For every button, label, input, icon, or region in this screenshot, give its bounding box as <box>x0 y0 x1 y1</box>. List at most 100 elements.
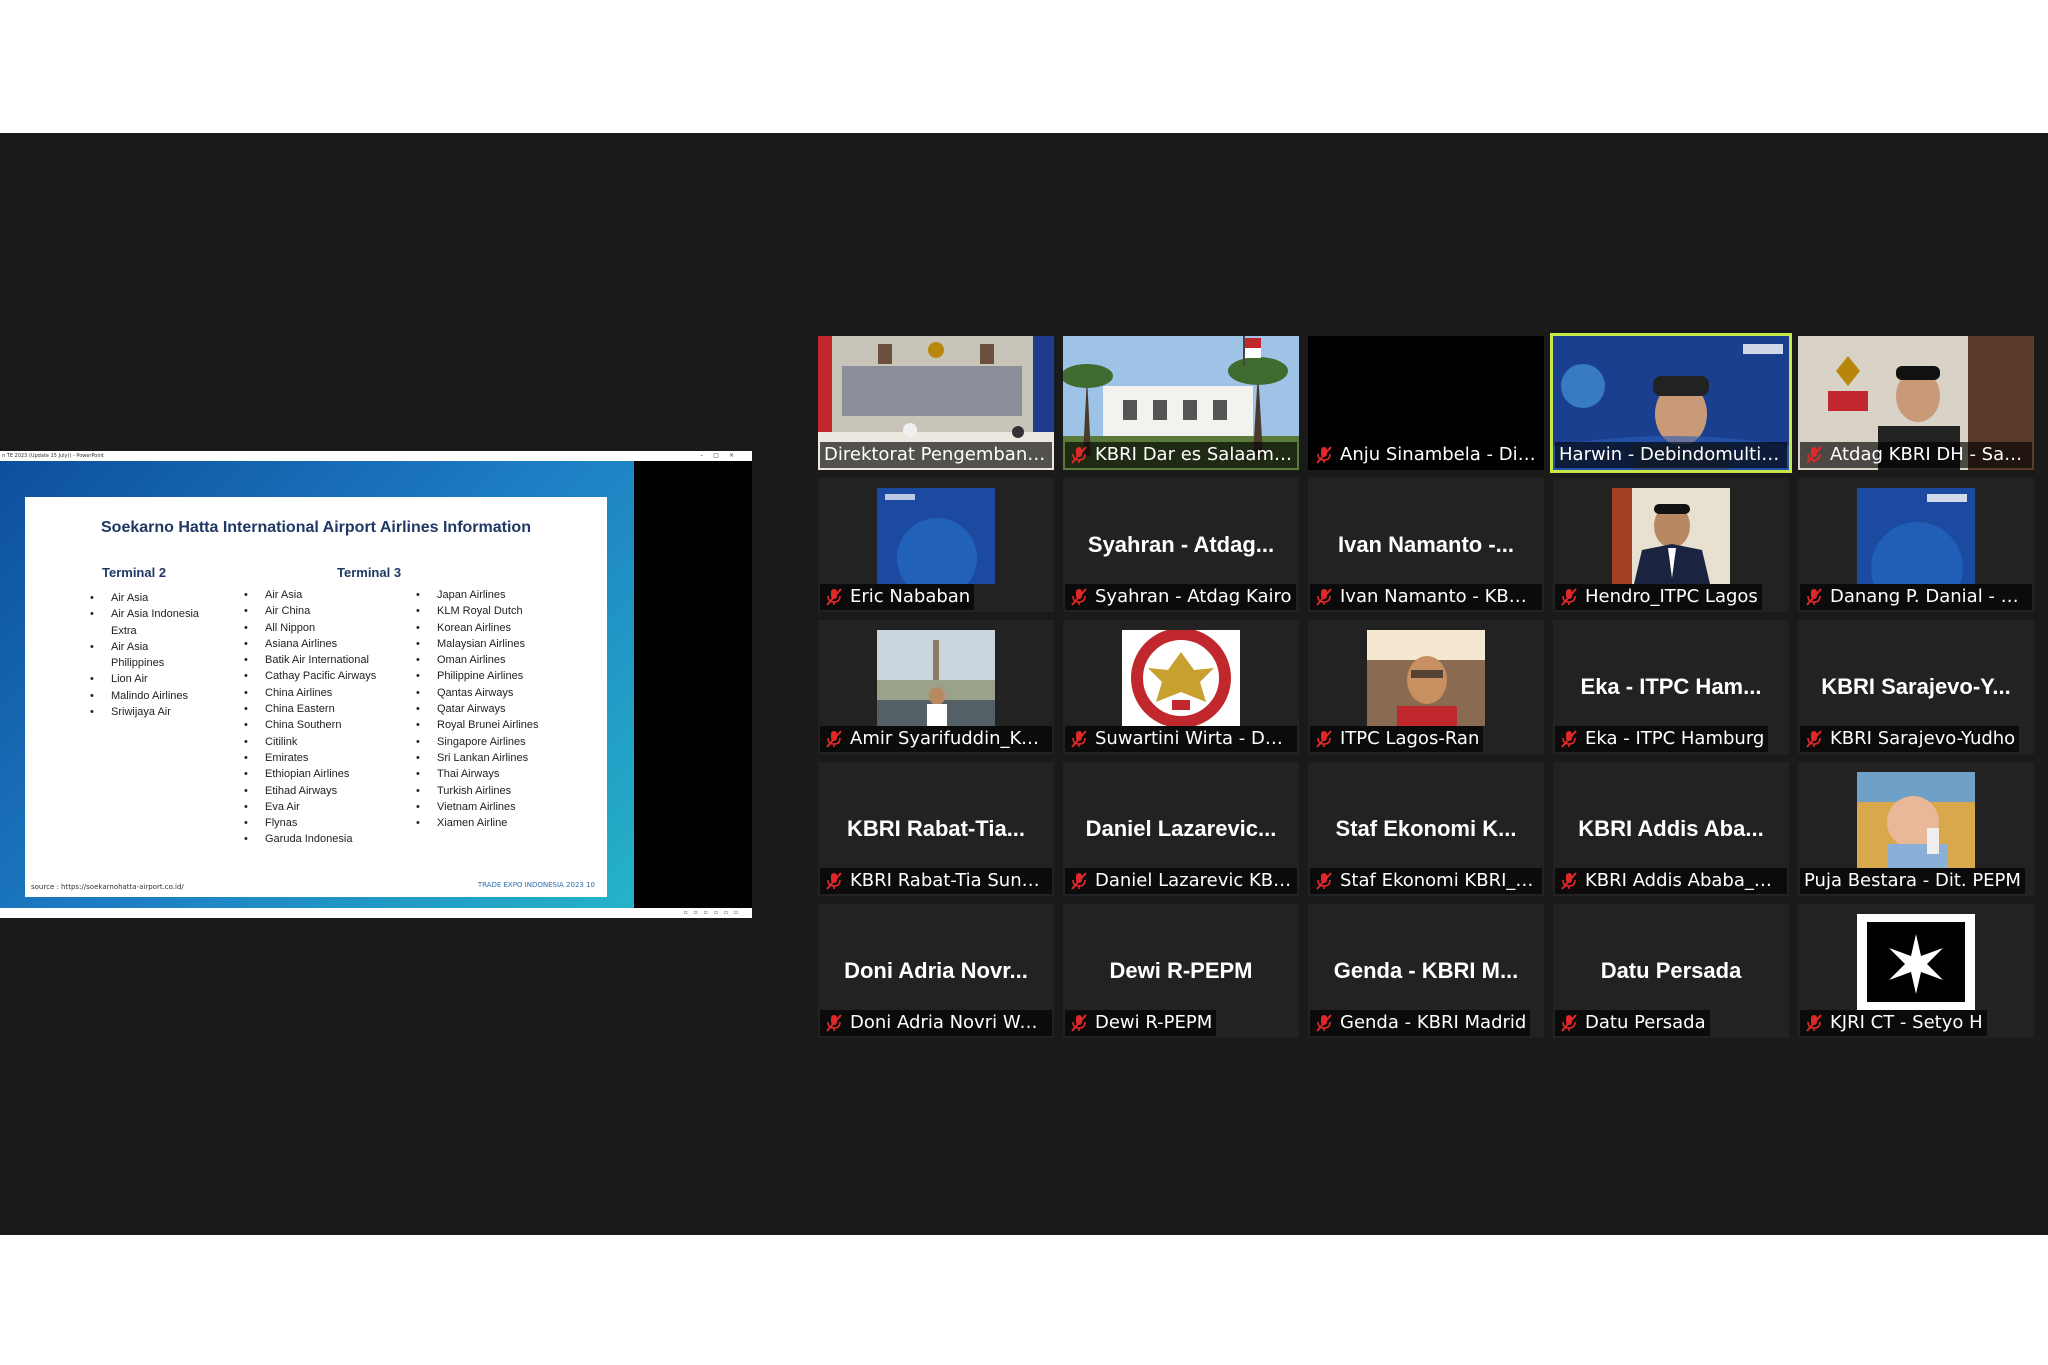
participant-name-label: Eka - ITPC Hamburg <box>1555 726 1769 752</box>
participant-name: KJRI CT - Setyo H <box>1830 1012 1983 1033</box>
airline-item: Air Asia Indonesia Extra <box>90 606 200 639</box>
participant-tile[interactable]: Syahran - Atdag... Syahran - Atdag Kairo <box>1063 478 1299 612</box>
participant-name-label: Harwin - Debindomulti A... <box>1555 442 1787 468</box>
participant-tile[interactable]: KBRI Sarajevo-Y... KBRI Sarajevo-Yudho <box>1798 620 2034 754</box>
participant-name: Doni Adria Novri Wak... <box>850 1012 1048 1033</box>
mic-muted-icon <box>1071 872 1087 890</box>
airline-item: All Nippon <box>244 620 376 637</box>
participant-tile[interactable]: Ivan Namanto -... Ivan Namanto - KBRI ... <box>1308 478 1544 612</box>
participant-name: Dewi R-PEPM <box>1095 1012 1213 1033</box>
participant-tile[interactable]: Hendro_ITPC Lagos <box>1553 478 1789 612</box>
mic-muted-icon <box>1316 730 1332 748</box>
participant-tile[interactable]: Puja Bestara - Dit. PEPM <box>1798 762 2034 896</box>
airline-item: Thai Airways <box>416 766 539 783</box>
airline-item: Qatar Airways <box>416 701 539 718</box>
airline-item: Citilink <box>244 734 376 751</box>
airline-item: China Eastern <box>244 701 376 718</box>
participant-name-label: Direktorat Pengembang... <box>820 442 1052 468</box>
airline-item: Air Asia <box>90 590 200 607</box>
participant-tile[interactable]: KJRI CT - Setyo H <box>1798 904 2034 1038</box>
powerpoint-statusbar: ▫▫▫▫▫▫ <box>0 908 752 918</box>
mic-muted-icon <box>1561 588 1577 606</box>
participant-name: Harwin - Debindomulti A... <box>1559 444 1783 465</box>
participant-tile[interactable]: Harwin - Debindomulti A... <box>1550 333 1792 473</box>
terminal-3-list-col1: Air AsiaAir ChinaAll NipponAsiana Airlin… <box>244 587 376 848</box>
mic-muted-icon <box>1071 588 1087 606</box>
airline-item: Garuda Indonesia <box>244 831 376 848</box>
airline-item: Cathay Pacific Airways <box>244 668 376 685</box>
airline-item: Xiamen Airline <box>416 815 539 832</box>
mic-muted-icon <box>1316 588 1332 606</box>
airline-item: Turkish Airlines <box>416 783 539 800</box>
participant-name: Amir Syarifuddin_Kairo <box>850 728 1048 749</box>
airline-item: Malaysian Airlines <box>416 636 539 653</box>
participant-name: Danang P. Danial - At... <box>1830 586 2028 607</box>
mic-muted-icon <box>1806 588 1822 606</box>
participant-name: Genda - KBRI Madrid <box>1340 1012 1527 1033</box>
mic-muted-icon <box>1806 730 1822 748</box>
airline-item: Air Asia Philippines <box>90 639 200 672</box>
participant-tile[interactable]: Doni Adria Novr... Doni Adria Novri Wak..… <box>818 904 1054 1038</box>
window-controls-icon: –□× <box>700 452 744 459</box>
airline-item: KLM Royal Dutch <box>416 603 539 620</box>
mic-muted-icon <box>1316 872 1332 890</box>
participant-tile[interactable]: ITPC Lagos-Ran <box>1308 620 1544 754</box>
airline-item: Singapore Airlines <box>416 734 539 751</box>
participant-tile[interactable]: KBRI Addis Aba... KBRI Addis Ababa_Ni... <box>1553 762 1789 896</box>
participant-name: Staf Ekonomi KBRI_Al... <box>1340 870 1538 891</box>
participant-tile[interactable]: Dewi R-PEPM Dewi R-PEPM <box>1063 904 1299 1038</box>
participant-tile[interactable]: Atdag KBRI DH - Sab... <box>1798 336 2034 470</box>
airline-item: Royal Brunei Airlines <box>416 717 539 734</box>
slide: Soekarno Hatta International Airport Air… <box>0 461 634 908</box>
airline-item: Lion Air <box>90 671 200 688</box>
participant-tile[interactable]: Anju Sinambela - Dit. ... <box>1308 336 1544 470</box>
participant-tile[interactable]: Daniel Lazarevic... Daniel Lazarevic KBRI… <box>1063 762 1299 896</box>
airline-item: Asiana Airlines <box>244 636 376 653</box>
airline-item: Qantas Airways <box>416 685 539 702</box>
slide-content-card: Soekarno Hatta International Airport Air… <box>25 497 607 897</box>
participant-name: Puja Bestara - Dit. PEPM <box>1804 870 2021 891</box>
airline-item: Sri Lankan Airlines <box>416 750 539 767</box>
participant-name: Daniel Lazarevic KBRI... <box>1095 870 1293 891</box>
participant-name-label: Ivan Namanto - KBRI ... <box>1310 584 1542 610</box>
view-controls-icon: ▫▫▫▫▫▫ <box>683 909 744 916</box>
mic-muted-icon <box>1806 1014 1822 1032</box>
participant-name: Hendro_ITPC Lagos <box>1585 586 1758 607</box>
mic-muted-icon <box>826 872 842 890</box>
slide-source: source : https://soekarnohatta-airport.c… <box>31 883 184 891</box>
participant-tile[interactable]: Eka - ITPC Ham... Eka - ITPC Hamburg <box>1553 620 1789 754</box>
airline-item: China Airlines <box>244 685 376 702</box>
participant-tile[interactable]: Datu Persada Datu Persada <box>1553 904 1789 1038</box>
slide-footer: TRADE EXPO INDONESIA 2023 10 <box>477 881 595 889</box>
airline-item: Sriwijaya Air <box>90 704 200 721</box>
participant-name-label: KJRI CT - Setyo H <box>1800 1010 1987 1036</box>
terminal-2-list: Air AsiaAir Asia Indonesia ExtraAir Asia… <box>90 590 200 721</box>
participant-name: KBRI Addis Ababa_Ni... <box>1585 870 1783 891</box>
participant-tile[interactable]: Genda - KBRI M... Genda - KBRI Madrid <box>1308 904 1544 1038</box>
participant-name-label: Doni Adria Novri Wak... <box>820 1010 1052 1036</box>
airline-item: Korean Airlines <box>416 620 539 637</box>
shared-screen[interactable]: n TE 2023 (Update 15 July)) - PowerPoint… <box>0 451 752 918</box>
participant-name-label: Hendro_ITPC Lagos <box>1555 584 1762 610</box>
airline-item: Air Asia <box>244 587 376 604</box>
participant-tile[interactable]: Amir Syarifuddin_Kairo <box>818 620 1054 754</box>
airline-item: Ethiopian Airlines <box>244 766 376 783</box>
participant-name-label: Datu Persada <box>1555 1010 1710 1036</box>
airline-item: Emirates <box>244 750 376 767</box>
airline-item: Batik Air International <box>244 652 376 669</box>
participant-tile[interactable]: Danang P. Danial - At... <box>1798 478 2034 612</box>
mic-muted-icon <box>1071 730 1087 748</box>
participant-tile[interactable]: KBRI Dar es Salaam -... <box>1063 336 1299 470</box>
participant-name-label: KBRI Rabat-Tia Sundari <box>820 868 1052 894</box>
airline-item: Etihad Airways <box>244 783 376 800</box>
participant-tile[interactable]: Staf Ekonomi K... Staf Ekonomi KBRI_Al... <box>1308 762 1544 896</box>
participant-name: Suwartini Wirta - Dub... <box>1095 728 1293 749</box>
participant-tile[interactable]: Direktorat Pengembang... <box>818 336 1054 470</box>
participant-name-label: Anju Sinambela - Dit. ... <box>1310 442 1542 468</box>
mic-muted-icon <box>1561 1014 1577 1032</box>
mic-muted-icon <box>1071 446 1087 464</box>
participant-tile[interactable]: Eric Nababan <box>818 478 1054 612</box>
participant-tile[interactable]: Suwartini Wirta - Dub... <box>1063 620 1299 754</box>
mic-muted-icon <box>826 588 842 606</box>
participant-tile[interactable]: KBRI Rabat-Tia... KBRI Rabat-Tia Sundari <box>818 762 1054 896</box>
